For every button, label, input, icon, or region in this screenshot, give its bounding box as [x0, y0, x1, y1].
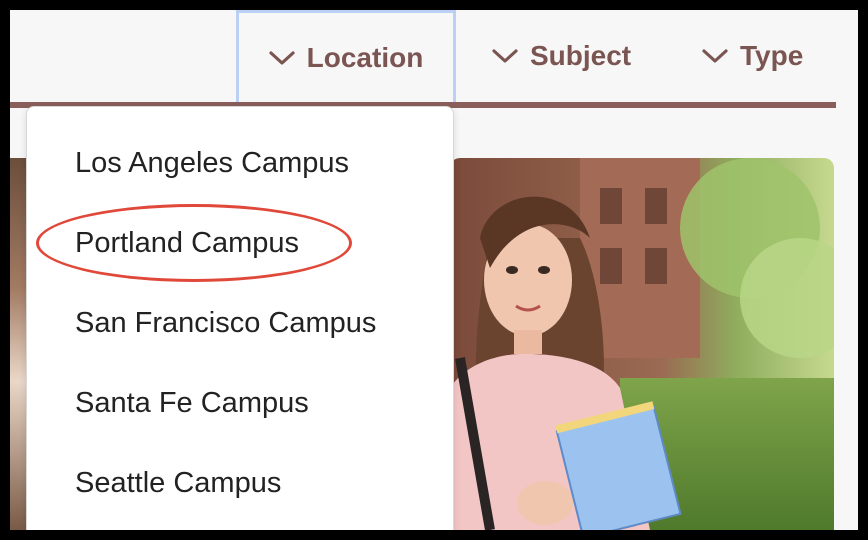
- subject-filter-button[interactable]: Subject: [492, 10, 631, 102]
- chevron-down-icon: [269, 50, 295, 65]
- location-filter-button[interactable]: Location: [236, 10, 456, 102]
- student-photo-illustration: [450, 158, 834, 530]
- chevron-down-icon: [492, 49, 518, 63]
- chevron-down-icon: [702, 49, 728, 63]
- filter-navbar: Location Subject Type: [10, 10, 858, 102]
- student-photo: [450, 158, 834, 530]
- type-filter-label: Type: [740, 40, 804, 71]
- highlight-annotation-ring: [36, 204, 352, 282]
- dropdown-item-seattle[interactable]: Seattle Campus: [75, 467, 281, 500]
- location-dropdown-menu: Los Angeles Campus Portland Campus San F…: [26, 106, 454, 530]
- dropdown-item-los-angeles[interactable]: Los Angeles Campus: [75, 147, 349, 180]
- subject-filter-label: Subject: [530, 40, 632, 71]
- dropdown-item-san-francisco[interactable]: San Francisco Campus: [75, 307, 376, 340]
- app-frame: Location Subject Type Los Angeles Campus…: [10, 10, 858, 530]
- type-filter-button[interactable]: Type: [702, 10, 803, 102]
- dropdown-item-santa-fe[interactable]: Santa Fe Campus: [75, 387, 309, 420]
- location-filter-label: Location: [306, 41, 424, 73]
